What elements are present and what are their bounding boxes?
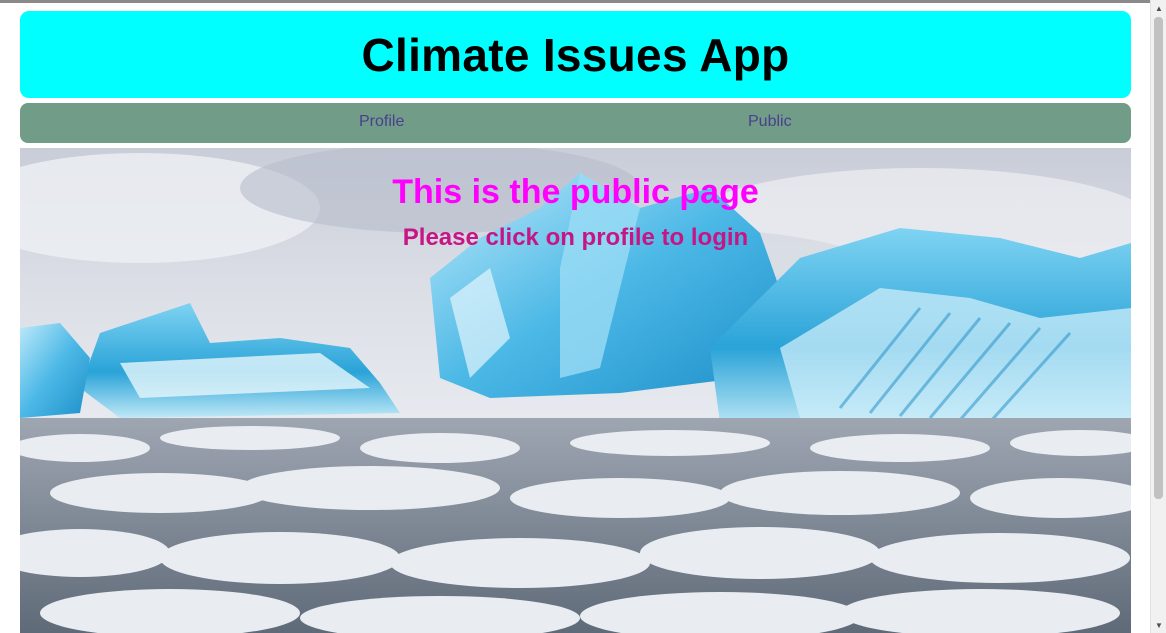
- nav-link-public[interactable]: Public: [748, 113, 792, 131]
- scrollbar-thumb[interactable]: [1154, 17, 1163, 499]
- app-header: Climate Issues App: [20, 11, 1131, 98]
- window-top-border: [0, 0, 1150, 3]
- nav-link-profile[interactable]: Profile: [359, 113, 404, 131]
- main-nav: Profile Public: [20, 103, 1131, 143]
- login-prompt: Please click on profile to login: [402, 224, 749, 251]
- hero-section: This is the public page Please click on …: [20, 148, 1131, 633]
- vertical-scrollbar[interactable]: ▲ ▼: [1150, 0, 1166, 633]
- scroll-up-arrow-icon[interactable]: ▲: [1151, 0, 1166, 16]
- iceberg-background-image: [20, 148, 1131, 633]
- scroll-down-arrow-icon[interactable]: ▼: [1151, 617, 1166, 633]
- app-title: Climate Issues App: [361, 28, 790, 81]
- app-viewport: Climate Issues App Profile Public This i…: [0, 0, 1166, 633]
- page-heading: This is the public page: [392, 173, 759, 211]
